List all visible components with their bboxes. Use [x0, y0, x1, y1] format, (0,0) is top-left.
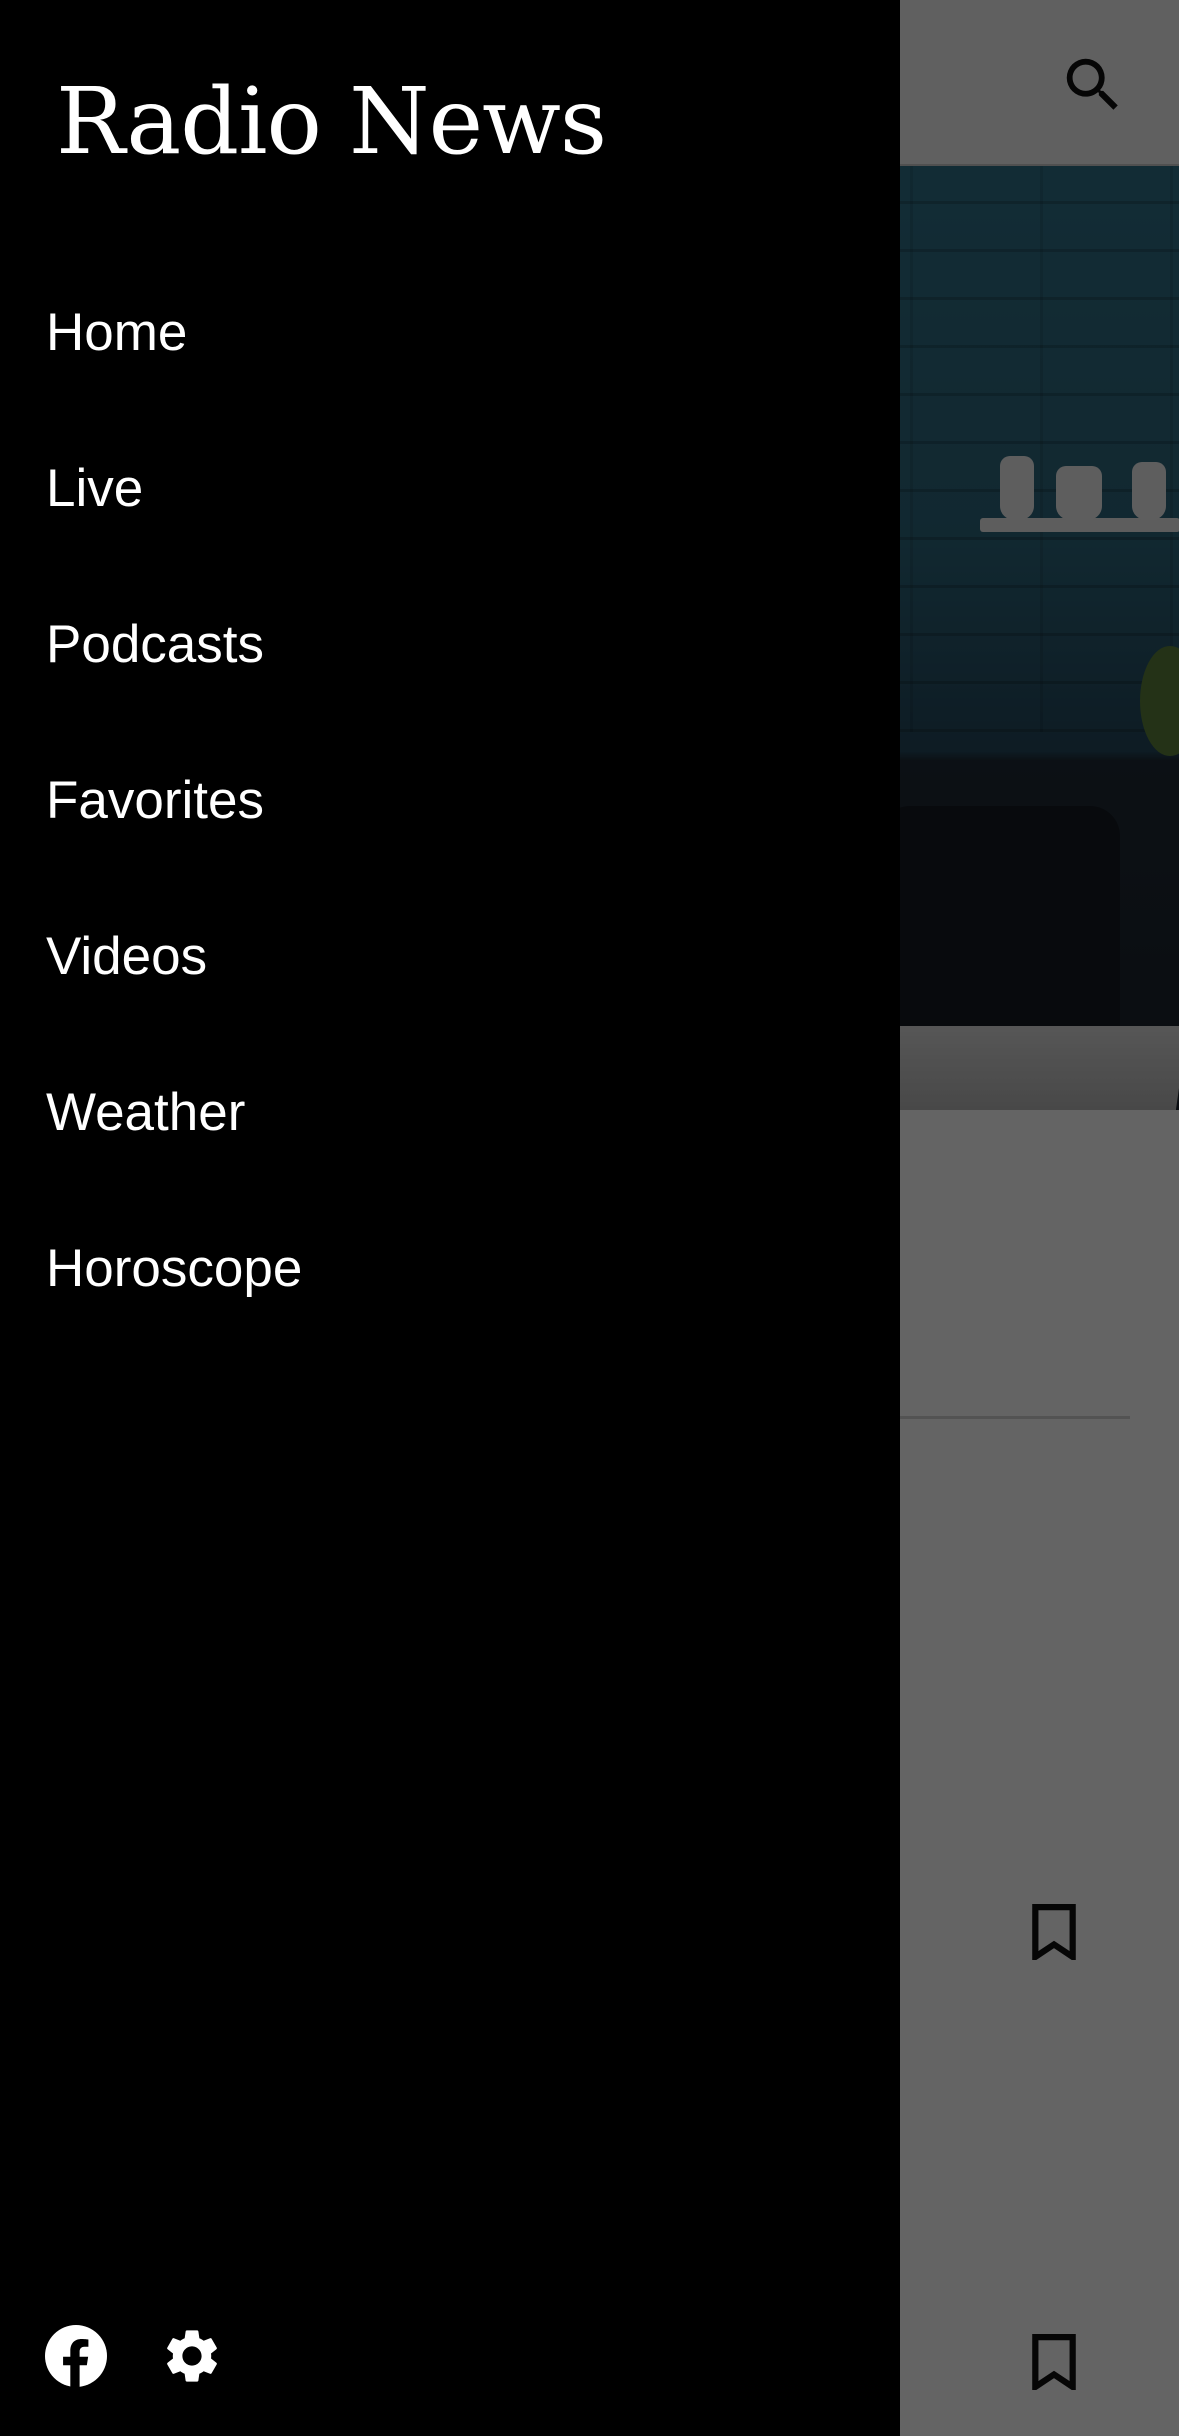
menu-item-videos[interactable]: Videos	[0, 899, 900, 1055]
drawer-footer	[40, 2320, 228, 2392]
app-title: Radio News	[56, 68, 607, 175]
menu-item-home[interactable]: Home	[0, 275, 900, 431]
menu-item-weather[interactable]: Weather	[0, 1055, 900, 1211]
drawer-menu: Home Live Podcasts Favorites Videos Weat…	[0, 275, 900, 1367]
menu-item-podcasts[interactable]: Podcasts	[0, 587, 900, 743]
settings-icon[interactable]	[156, 2320, 228, 2392]
menu-item-live[interactable]: Live	[0, 431, 900, 587]
menu-item-horoscope[interactable]: Horoscope	[0, 1211, 900, 1367]
menu-item-favorites[interactable]: Favorites	[0, 743, 900, 899]
facebook-icon[interactable]	[40, 2320, 112, 2392]
navigation-drawer: Radio News Home Live Podcasts Favorites …	[0, 0, 900, 2436]
